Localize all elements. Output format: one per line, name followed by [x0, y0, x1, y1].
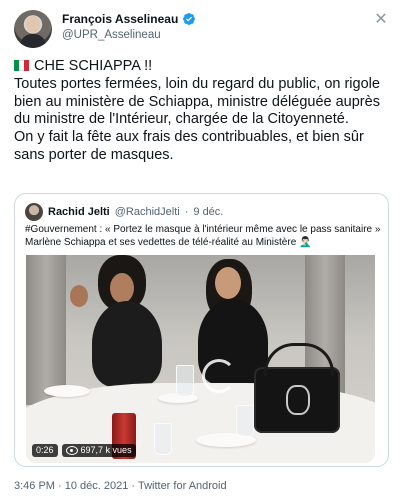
avatar-suit: [20, 34, 46, 48]
quoted-display-name: Rachid Jelti: [48, 206, 110, 218]
quoted-avatar: [25, 203, 43, 221]
video-views: 697,7 k vues: [80, 445, 132, 455]
video-meta: 0:26 697,7 k vues: [32, 444, 136, 457]
footer-separator-1: ·: [54, 480, 65, 492]
handbag: [254, 343, 340, 433]
footer-separator-2: ·: [128, 480, 138, 492]
tweet-footer: 3:46 PM · 10 déc. 2021 · Twitter for And…: [14, 480, 227, 492]
quoted-text: #Gouvernement : « Portez le masque à l'i…: [25, 224, 381, 249]
tweet-source[interactable]: Twitter for Android: [138, 480, 227, 492]
author-handle[interactable]: @UPR_Asselineau: [62, 29, 161, 41]
quoted-text-line2: Marlène Schiappa et ses vedettes de télé…: [25, 236, 312, 248]
tweet-line1: CHE SCHIAPPA !!: [34, 58, 153, 74]
quoted-handle: @RachidJelti: [114, 206, 180, 218]
video-views-badge: 697,7 k vues: [61, 444, 136, 457]
video-player[interactable]: 0:26 697,7 k vues: [26, 255, 375, 463]
quoted-separator: ·: [184, 206, 189, 218]
quoted-tweet-header: Rachid Jelti @RachidJelti · 9 déc.: [25, 203, 223, 221]
flag-stripe-red: [24, 60, 29, 71]
tweet-time[interactable]: 3:46 PM: [14, 480, 55, 492]
avatar[interactable]: [14, 10, 52, 48]
person-left-face: [110, 273, 134, 303]
handbag-logo: [286, 385, 310, 415]
glass-1: [176, 365, 194, 397]
eye-icon: [65, 446, 78, 455]
tweet-date[interactable]: 10 déc. 2021: [65, 480, 129, 492]
video-curtain-left: [26, 255, 66, 405]
verified-badge-icon: [183, 13, 196, 25]
quoted-text-line1: #Gouvernement : « Portez le masque à l'i…: [25, 224, 381, 235]
loading-spinner-icon: [202, 359, 236, 393]
person-left-hand: [70, 285, 88, 307]
plate-1: [44, 385, 90, 397]
tweet-headline: CHE SCHIAPPA !!: [14, 58, 392, 76]
italy-flag-icon: [14, 60, 29, 71]
tweet-paragraph-2: On y fait la fête aux frais des contribu…: [14, 129, 364, 163]
person-right-face: [215, 267, 241, 299]
glass-3: [154, 423, 172, 455]
video-duration: 0:26: [32, 444, 58, 457]
author-name-row: François Asselineau: [62, 12, 196, 26]
quoted-date: 9 déc.: [193, 206, 224, 218]
tweet-paragraph-1: Toutes portes fermées, loin du regard du…: [14, 75, 380, 128]
avatar-face: [26, 16, 40, 33]
person-left-body: [92, 301, 162, 387]
close-icon[interactable]: ✕: [373, 12, 389, 28]
glass-2: [236, 405, 254, 437]
tweet-header: François Asselineau @UPR_Asselineau ✕: [14, 10, 389, 54]
tweet-text: CHE SCHIAPPA !! Toutes portes fermées, l…: [14, 58, 392, 165]
author-display-name[interactable]: François Asselineau: [62, 12, 178, 26]
